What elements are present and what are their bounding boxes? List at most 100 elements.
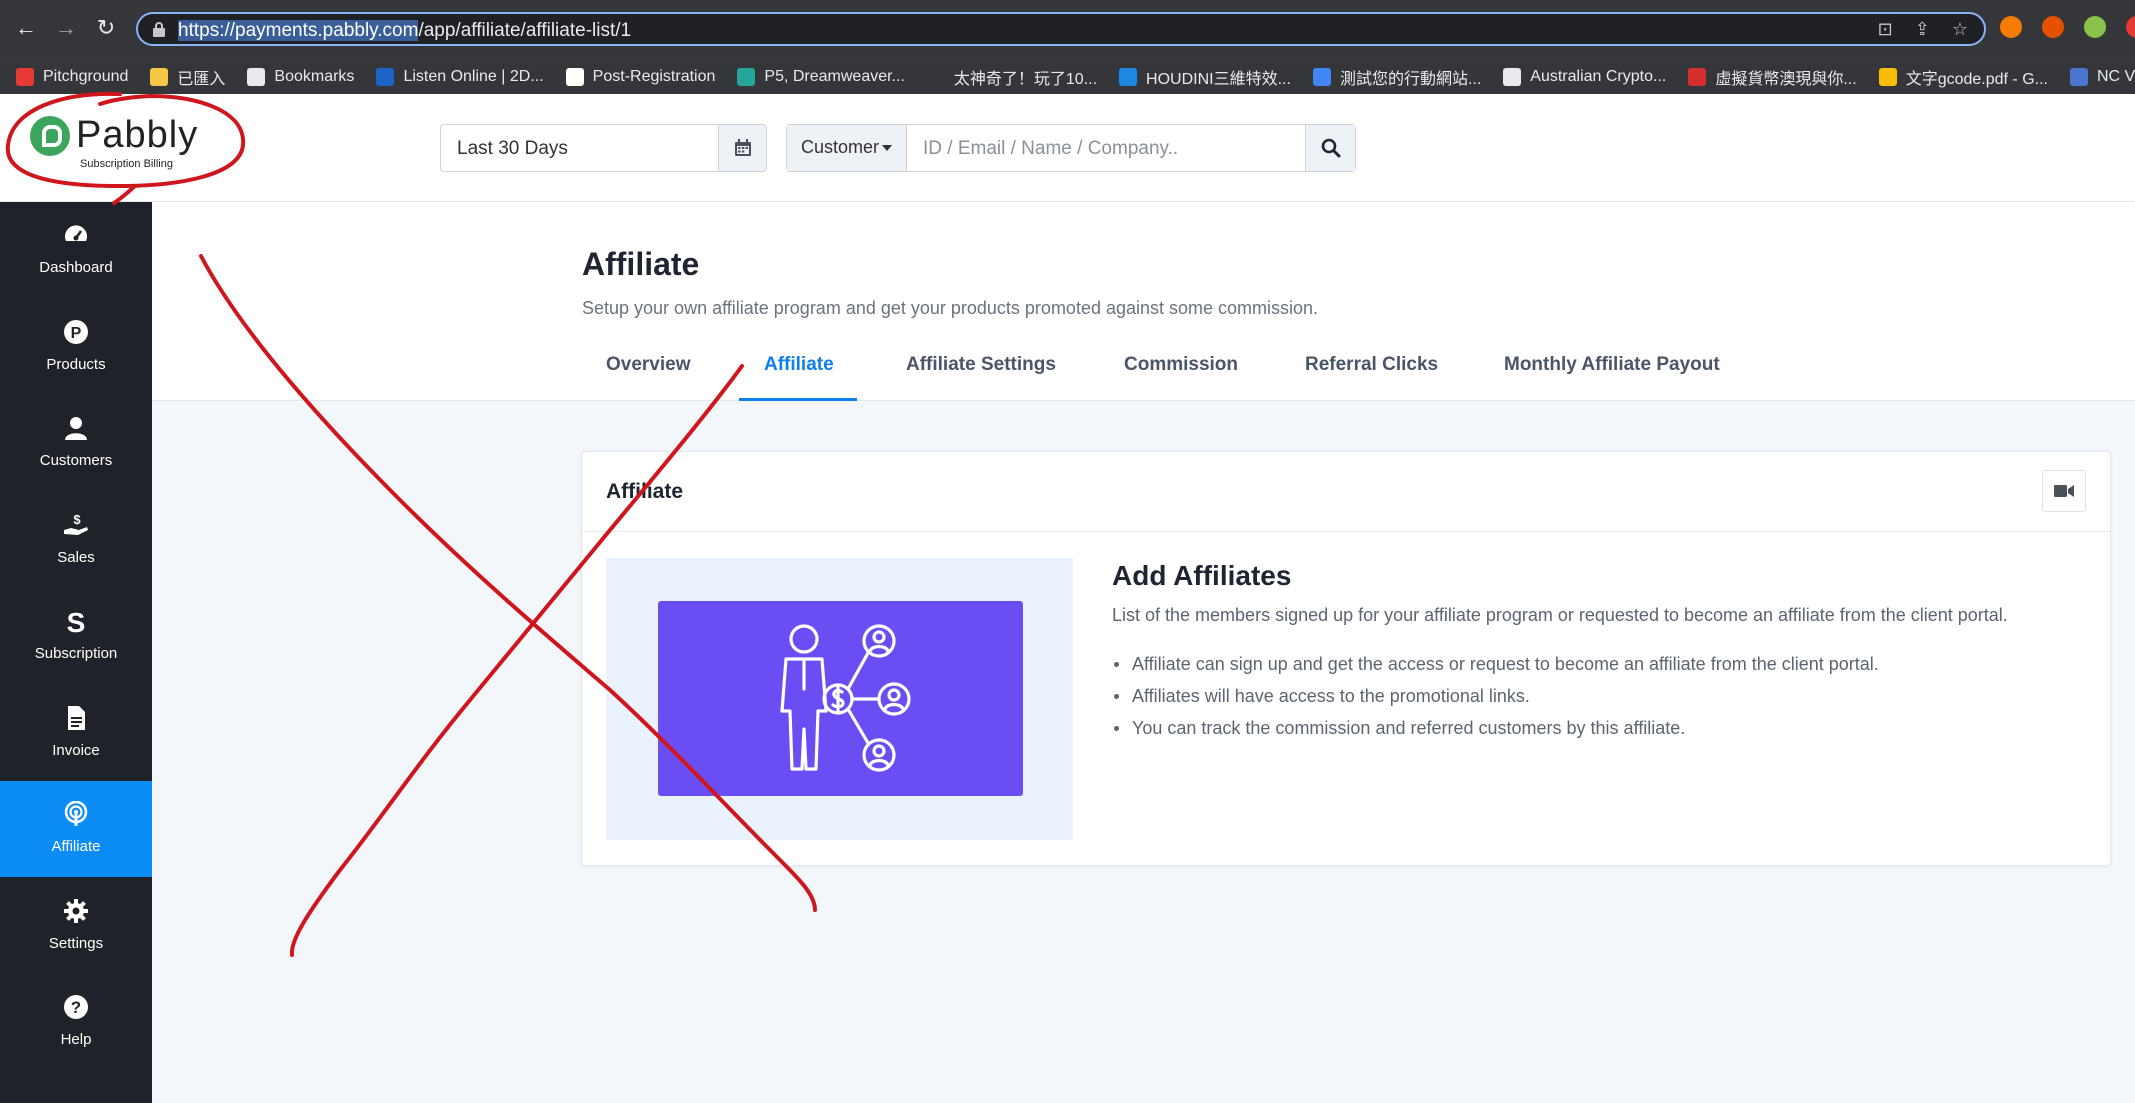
tab-overview[interactable]: Overview <box>606 354 691 376</box>
affiliate-network-illustration <box>658 601 1023 796</box>
sidebar-item-settings[interactable]: Settings <box>0 878 152 974</box>
search-bar: Customer ID / Email / Name / Company.. <box>786 124 1356 172</box>
bookmark-favicon-icon <box>247 67 266 86</box>
tab-affiliate-settings[interactable]: Affiliate Settings <box>906 354 1056 376</box>
forward-arrow-icon[interactable]: → <box>52 14 80 42</box>
bookmarks-bar: Pitchground 已匯入 Bookmarks Listen Online | 2… <box>0 58 2135 94</box>
file-icon <box>68 705 85 730</box>
date-range-picker[interactable]: Last 30 Days <box>440 124 767 172</box>
url-host: https://payments.pabbly.com <box>178 20 419 41</box>
sidebar: Dashboard P Products Customers $ Sales S Subscr… <box>0 202 152 1103</box>
back-arrow-icon[interactable]: ← <box>12 14 40 42</box>
video-camera-icon <box>2054 485 2074 497</box>
tab-referral-clicks[interactable]: Referral Clicks <box>1305 354 1438 376</box>
bookmark-item[interactable]: HOUDINI三維特效... <box>1119 65 1291 89</box>
bookmark-label: 文字gcode.pdf - G... <box>1905 70 2048 88</box>
extension-icon[interactable] <box>2084 16 2106 38</box>
list-item: Affiliates will have access to the promo… <box>1112 680 1879 712</box>
sidebar-item-label: Sales <box>57 548 95 566</box>
affiliate-card: Affiliate Add Affiliates List of the mem… <box>581 451 2111 866</box>
svg-text:P: P <box>71 325 82 342</box>
affiliate-network-icon <box>780 624 911 772</box>
sidebar-item-help[interactable]: ? Help <box>0 974 152 1070</box>
bookmark-item[interactable]: Post-Registration <box>565 67 715 86</box>
translate-icon[interactable]: ⊡ <box>1878 19 1893 40</box>
feature-list: Affiliate can sign up and get the access… <box>1112 648 1879 744</box>
share-icon[interactable]: ⇪ <box>1915 19 1930 40</box>
bookmark-item[interactable]: P5, Dreamweaver... <box>737 67 905 86</box>
reload-icon[interactable]: ↻ <box>92 14 120 42</box>
bookmark-item[interactable]: NC Viewer <box>2069 67 2135 86</box>
sidebar-item-label: Invoice <box>52 741 100 759</box>
sidebar-item-sales[interactable]: $ Sales <box>0 492 152 588</box>
bookmark-item[interactable]: 虛擬貨幣澳現與你... <box>1688 65 1857 89</box>
url-path: /app/affiliate/affiliate-list/1 <box>418 20 632 41</box>
sidebar-item-products[interactable]: P Products <box>0 299 152 395</box>
bookmark-favicon-icon <box>737 67 756 86</box>
bookmark-favicon-icon <box>565 67 584 86</box>
extension-icon[interactable] <box>2126 16 2135 38</box>
sidebar-item-label: Dashboard <box>39 259 113 276</box>
page-header: Affiliate Setup your own affiliate progr… <box>152 202 2135 401</box>
card-title: Affiliate <box>606 480 684 503</box>
bookmark-label: 虛擬貨幣澳現與你... <box>1715 70 1857 88</box>
bookmark-label: 太神奇了！玩了10... <box>953 70 1098 88</box>
video-tutorial-button[interactable] <box>2042 470 2086 512</box>
svg-text:?: ? <box>71 998 81 1017</box>
search-button[interactable] <box>1305 125 1355 171</box>
card-header: Affiliate <box>582 452 2110 532</box>
bookmark-favicon-icon <box>1312 67 1331 86</box>
bookmark-favicon-icon <box>376 67 395 86</box>
pabbly-logo[interactable]: Pabbly Subscription Billing <box>30 114 200 176</box>
address-bar[interactable]: https://payments.pabbly.com/app/affiliat… <box>136 12 1986 46</box>
bookmark-favicon-icon <box>1119 67 1138 86</box>
search-filter-dropdown[interactable]: Customer <box>787 125 907 171</box>
bookmark-item[interactable]: 太神奇了！玩了10... <box>926 65 1098 89</box>
sidebar-item-customers[interactable]: Customers <box>0 395 152 491</box>
add-affiliates-heading: Add Affiliates <box>1112 560 1292 591</box>
sidebar-item-label: Help <box>60 1031 92 1048</box>
sidebar-item-dashboard[interactable]: Dashboard <box>0 202 152 298</box>
search-input[interactable]: ID / Email / Name / Company.. <box>923 138 1178 160</box>
sidebar-item-invoice[interactable]: Invoice <box>0 685 152 781</box>
tab-affiliate[interactable]: Affiliate <box>764 354 834 376</box>
star-icon[interactable]: ☆ <box>1952 19 1968 40</box>
sidebar-item-affiliate[interactable]: Affiliate <box>0 781 152 877</box>
illustration-panel <box>606 558 1073 840</box>
bookmark-label: Australian Crypto... <box>1530 67 1667 85</box>
bookmark-favicon-icon <box>1878 67 1897 86</box>
bookmark-label: Pitchground <box>43 67 129 85</box>
bookmark-item[interactable]: 文字gcode.pdf - G... <box>1878 65 2048 89</box>
sidebar-item-label: Customers <box>39 452 113 469</box>
pabbly-logo-icon <box>30 116 70 156</box>
extension-icon[interactable] <box>2000 16 2022 38</box>
svg-text:$: $ <box>73 512 81 527</box>
svg-text:S: S <box>67 608 86 634</box>
bookmark-item[interactable]: Australian Crypto... <box>1503 67 1667 86</box>
calendar-button[interactable] <box>718 125 766 171</box>
bookmark-label: NC Viewer <box>2096 67 2135 85</box>
tab-monthly-affiliate-payout[interactable]: Monthly Affiliate Payout <box>1504 354 1720 376</box>
bookmark-item[interactable]: Listen Online | 2D... <box>376 67 544 86</box>
bookmark-item[interactable]: 測試您的行動網站... <box>1312 65 1482 89</box>
broadcast-icon <box>64 801 88 826</box>
bookmark-favicon-icon <box>1688 67 1707 86</box>
bookmark-label: 已匯入 <box>177 70 226 88</box>
bookmark-item[interactable]: Bookmarks <box>247 67 354 86</box>
sidebar-item-label: Settings <box>48 934 104 952</box>
user-icon <box>65 417 87 440</box>
dollar-icon: S <box>67 608 86 634</box>
bookmark-item[interactable]: Pitchground <box>16 67 129 86</box>
bookmark-item[interactable]: 已匯入 <box>150 65 225 89</box>
bookmark-label: Listen Online | 2D... <box>403 67 544 85</box>
dashboard-icon <box>65 225 87 241</box>
lock-icon <box>153 22 165 37</box>
app-header: Pabbly Subscription Billing Last 30 Days… <box>0 94 2135 202</box>
search-icon <box>1321 138 1341 158</box>
metamask-icon[interactable] <box>2042 16 2064 38</box>
bookmark-label: 測試您的行動網站... <box>1339 70 1482 88</box>
tab-commission[interactable]: Commission <box>1124 354 1238 376</box>
sidebar-item-subscription[interactable]: S Subscription <box>0 588 152 684</box>
url-text: https://payments.pabbly.com/app/affiliat… <box>178 20 631 42</box>
bookmark-favicon-icon <box>16 67 34 86</box>
